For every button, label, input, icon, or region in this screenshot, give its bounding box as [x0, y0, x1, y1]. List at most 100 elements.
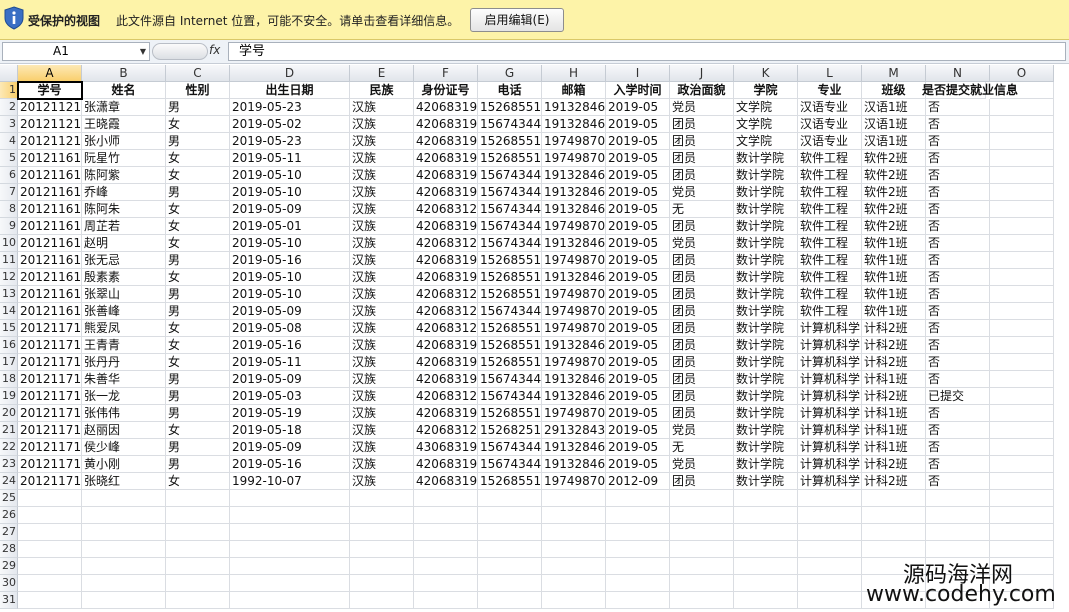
table-cell[interactable]: 汉族 [350, 422, 414, 439]
table-cell[interactable] [798, 507, 862, 524]
table-cell[interactable]: 2019-05 [606, 320, 670, 337]
row-header[interactable]: 7 [0, 184, 18, 201]
table-cell[interactable] [990, 456, 1054, 473]
row-header[interactable]: 23 [0, 456, 18, 473]
table-cell[interactable]: 420683199 [414, 405, 478, 422]
table-cell[interactable]: 430683196 [414, 439, 478, 456]
table-cell[interactable]: 191328469 [542, 439, 606, 456]
table-cell[interactable] [990, 439, 1054, 456]
table-cell[interactable]: 201211612 [18, 201, 82, 218]
table-cell[interactable]: 420683129 [414, 422, 478, 439]
table-cell[interactable] [82, 541, 166, 558]
table-cell[interactable]: 计科2班 [862, 337, 926, 354]
table-cell[interactable]: 2019-05-01 [230, 218, 350, 235]
table-cell[interactable]: 152685516 [478, 133, 542, 150]
table-cell[interactable] [166, 490, 230, 507]
row-header[interactable]: 9 [0, 218, 18, 235]
table-cell[interactable]: 团员 [670, 320, 734, 337]
table-cell[interactable]: 191328469 [542, 388, 606, 405]
table-cell[interactable]: 否 [926, 303, 990, 320]
table-cell[interactable]: 软件1班 [862, 252, 926, 269]
table-cell[interactable]: 197498709 [542, 320, 606, 337]
table-cell[interactable] [990, 303, 1054, 320]
table-cell[interactable]: 党员 [670, 184, 734, 201]
table-cell[interactable] [414, 575, 478, 592]
table-cell[interactable]: 否 [926, 184, 990, 201]
table-cell[interactable] [82, 592, 166, 609]
table-cell[interactable] [862, 490, 926, 507]
table-cell[interactable] [82, 558, 166, 575]
table-cell[interactable]: 201211612 [18, 269, 82, 286]
table-cell[interactable]: 201211712 [18, 320, 82, 337]
header-cell[interactable]: 邮箱 [542, 82, 606, 99]
table-cell[interactable]: 201211210 [18, 116, 82, 133]
table-cell[interactable]: 汉族 [350, 354, 414, 371]
row-header[interactable]: 24 [0, 473, 18, 490]
table-cell[interactable]: 2019-05 [606, 354, 670, 371]
table-cell[interactable]: 赵明 [82, 235, 166, 252]
table-cell[interactable] [926, 490, 990, 507]
table-cell[interactable]: 191328469 [542, 201, 606, 218]
table-cell[interactable] [990, 201, 1054, 218]
select-all-corner[interactable] [0, 65, 18, 82]
table-cell[interactable] [350, 541, 414, 558]
table-cell[interactable] [990, 337, 1054, 354]
row-header[interactable]: 8 [0, 201, 18, 218]
table-cell[interactable]: 汉族 [350, 218, 414, 235]
table-cell[interactable]: 软件1班 [862, 303, 926, 320]
table-cell[interactable]: 女 [166, 269, 230, 286]
table-cell[interactable] [542, 541, 606, 558]
table-cell[interactable]: 201211712 [18, 354, 82, 371]
enable-editing-button[interactable]: 启用编辑(E) [470, 8, 564, 32]
table-cell[interactable]: 软件工程 [798, 235, 862, 252]
header-cell[interactable]: 电话 [478, 82, 542, 99]
table-cell[interactable] [670, 507, 734, 524]
header-cell[interactable]: 政治面貌 [670, 82, 734, 99]
row-header[interactable]: 2 [0, 99, 18, 116]
formula-input[interactable]: 学号 [228, 42, 1066, 61]
table-cell[interactable]: 420683129 [414, 235, 478, 252]
table-cell[interactable]: 191328469 [542, 456, 606, 473]
table-cell[interactable]: 否 [926, 150, 990, 167]
table-cell[interactable]: 汉族 [350, 303, 414, 320]
table-cell[interactable]: 否 [926, 439, 990, 456]
table-cell[interactable]: 420683129 [414, 320, 478, 337]
formula-bar-splitter[interactable] [152, 43, 208, 60]
table-cell[interactable] [542, 575, 606, 592]
table-cell[interactable]: 191328469 [542, 269, 606, 286]
table-cell[interactable]: 熊爱凤 [82, 320, 166, 337]
table-cell[interactable]: 汉族 [350, 320, 414, 337]
table-cell[interactable] [230, 524, 350, 541]
table-cell[interactable]: 汉族 [350, 133, 414, 150]
table-cell[interactable] [734, 558, 798, 575]
table-cell[interactable] [414, 592, 478, 609]
table-cell[interactable]: 数计学院 [734, 405, 798, 422]
header-cell[interactable]: 性别 [166, 82, 230, 99]
table-cell[interactable] [478, 490, 542, 507]
table-cell[interactable]: 陈阿紫 [82, 167, 166, 184]
table-cell[interactable]: 420683199 [414, 456, 478, 473]
table-cell[interactable] [350, 592, 414, 609]
table-cell[interactable]: 否 [926, 235, 990, 252]
table-cell[interactable]: 计科1班 [862, 439, 926, 456]
table-cell[interactable]: 男 [166, 405, 230, 422]
table-cell[interactable] [414, 558, 478, 575]
table-cell[interactable]: 女 [166, 337, 230, 354]
table-cell[interactable] [18, 558, 82, 575]
table-cell[interactable]: 1992-10-07 [230, 473, 350, 490]
table-cell[interactable]: 197498709 [542, 473, 606, 490]
table-cell[interactable] [542, 507, 606, 524]
table-cell[interactable] [734, 524, 798, 541]
header-cell[interactable]: 出生日期 [230, 82, 350, 99]
table-cell[interactable]: 汉族 [350, 184, 414, 201]
table-cell[interactable]: 420683199 [414, 354, 478, 371]
row-header[interactable]: 5 [0, 150, 18, 167]
table-cell[interactable] [990, 388, 1054, 405]
table-cell[interactable] [990, 422, 1054, 439]
table-cell[interactable] [18, 592, 82, 609]
table-cell[interactable]: 汉语专业 [798, 133, 862, 150]
table-cell[interactable]: 2019-05-09 [230, 439, 350, 456]
table-cell[interactable] [350, 558, 414, 575]
table-cell[interactable]: 2019-05-11 [230, 354, 350, 371]
table-cell[interactable]: 152685516 [478, 269, 542, 286]
